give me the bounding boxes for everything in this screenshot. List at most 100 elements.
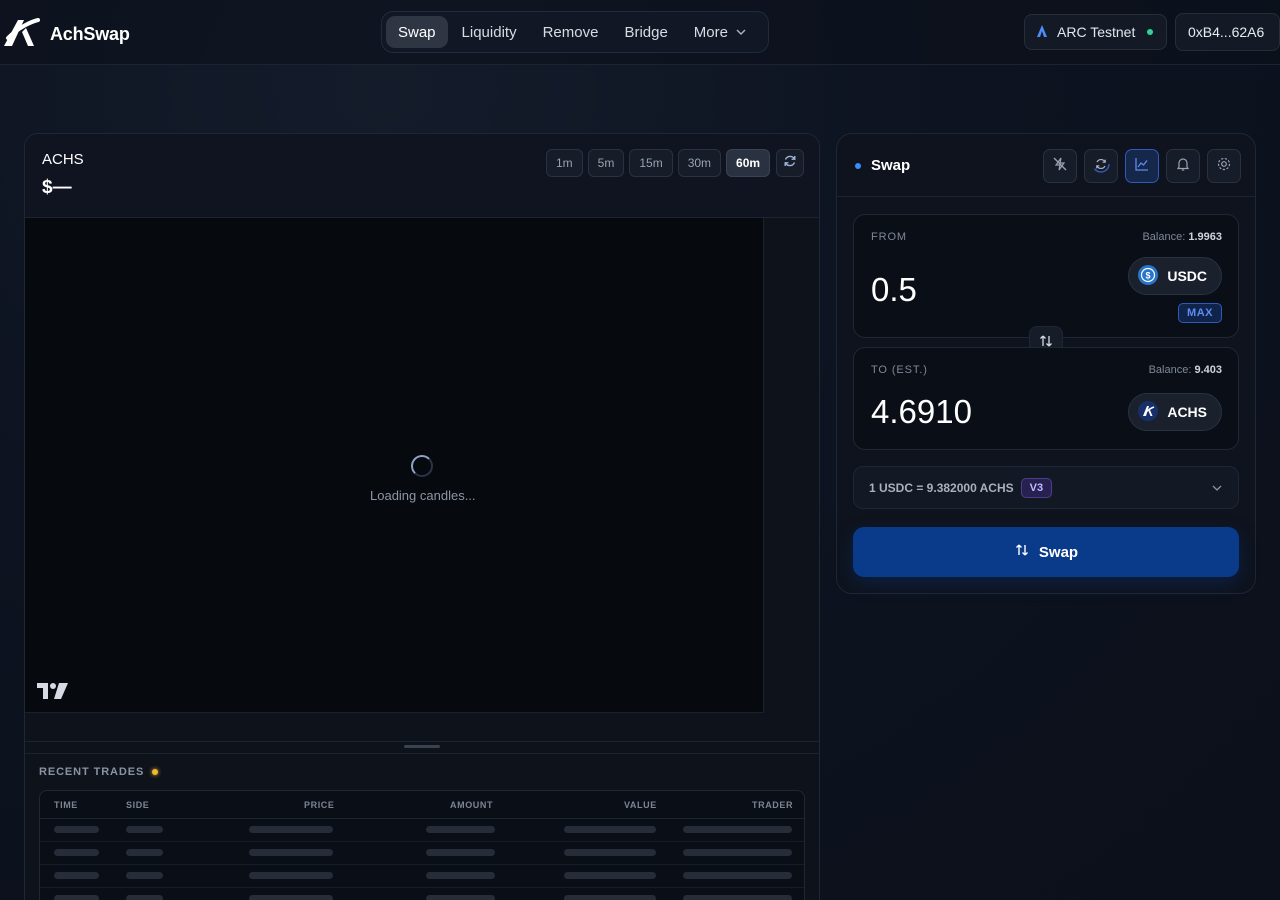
recent-trades-label: RECENT TRADES [39, 766, 145, 778]
to-label: TO (EST.) [871, 364, 928, 376]
timeframe-selector: 1m 5m 15m 30m 60m [546, 149, 805, 177]
brand[interactable]: AchSwap [2, 16, 130, 53]
swap-header: Swap [837, 134, 1255, 197]
col-side: SIDE [126, 800, 150, 810]
swap-title: Swap [855, 157, 910, 174]
nav-swap[interactable]: Swap [386, 16, 448, 48]
skeleton-cell [564, 895, 656, 900]
status-dot [855, 162, 861, 169]
skeleton-cell [426, 826, 495, 833]
svg-text:$: $ [1146, 270, 1151, 280]
swap-toolbar [1043, 149, 1241, 183]
recent-trades-title: RECENT TRADES [39, 766, 159, 778]
refresh-icon [1092, 154, 1110, 178]
chevron-down-icon [736, 27, 746, 38]
nav-liquidity-label: Liquidity [461, 23, 517, 41]
skeleton-cell [426, 895, 495, 900]
wallet-button[interactable]: 0xB4...62A6 [1175, 13, 1280, 51]
refresh-quote-button[interactable] [1084, 149, 1118, 183]
candle-chart[interactable]: Loading candles... [25, 218, 764, 713]
main-nav: Swap Liquidity Remove Bridge More [381, 11, 769, 53]
timeframe-1m[interactable]: 1m [546, 149, 583, 177]
from-balance: Balance: 1.9963 [1142, 231, 1222, 243]
from-token-symbol: USDC [1167, 268, 1207, 284]
achs-token-icon [1137, 400, 1159, 425]
skeleton-cell [683, 826, 792, 833]
skeleton-cell [126, 872, 163, 879]
from-balance-value: 1.9963 [1188, 231, 1222, 243]
nav-liquidity[interactable]: Liquidity [450, 16, 529, 48]
timeframe-5m[interactable]: 5m [587, 149, 625, 177]
to-balance-value: 9.403 [1194, 364, 1222, 376]
token-price: $— [42, 177, 72, 198]
exchange-rate: 1 USDC = 9.382000 ACHS [869, 480, 1014, 495]
skeleton-cell [249, 872, 333, 879]
skeleton-cell [564, 826, 656, 833]
col-time: TIME [54, 800, 78, 810]
col-price: PRICE [304, 800, 335, 810]
skeleton-cell [126, 826, 163, 833]
table-header-row: TIME SIDE PRICE AMOUNT VALUE TRADER [40, 791, 804, 819]
swap-panel: Swap FROM Balance: 1.9963 0.5 $ USDC MAX… [836, 133, 1256, 594]
col-amount: AMOUNT [450, 800, 494, 810]
table-row-skeleton [40, 888, 804, 900]
skeleton-cell [126, 895, 163, 900]
network-selector[interactable]: ARC Testnet [1024, 14, 1167, 50]
trades-divider [25, 753, 819, 754]
network-name: ARC Testnet [1057, 24, 1136, 40]
to-amount-output: 4.6910 [871, 393, 972, 430]
skeleton-cell [54, 872, 99, 879]
from-amount-input[interactable]: 0.5 [871, 271, 917, 309]
tradingview-logo-icon[interactable] [37, 683, 69, 704]
chart-divider [25, 741, 819, 742]
skeleton-cell [564, 872, 656, 879]
alerts-button[interactable] [1166, 149, 1200, 183]
to-token-selector[interactable]: ACHS [1128, 393, 1222, 431]
skeleton-cell [426, 849, 495, 856]
from-token-selector[interactable]: $ USDC [1128, 257, 1222, 295]
nav-bridge-label: Bridge [624, 23, 668, 41]
arc-network-icon [1035, 24, 1049, 41]
live-indicator-dot [152, 769, 159, 775]
refresh-chart-button[interactable] [776, 149, 805, 177]
col-trader: TRADER [752, 800, 794, 810]
top-header: AchSwap Swap Liquidity Remove Bridge Mor… [0, 0, 1280, 65]
skeleton-cell [126, 849, 163, 856]
resize-handle[interactable] [404, 745, 440, 748]
nav-swap-label: Swap [398, 23, 436, 41]
gear-icon [1216, 156, 1232, 177]
skeleton-cell [249, 895, 333, 900]
table-row-skeleton [40, 842, 804, 865]
swap-submit-button[interactable]: Swap [853, 527, 1239, 577]
lightning-off-icon [1052, 156, 1068, 177]
skeleton-cell [683, 849, 792, 856]
nav-remove[interactable]: Remove [531, 16, 611, 48]
network-status-dot [1147, 29, 1154, 35]
rate-details-toggle[interactable]: 1 USDC = 9.382000 ACHS V3 [853, 466, 1239, 509]
to-input-box: TO (EST.) Balance: 9.403 4.6910 ACHS [853, 347, 1239, 450]
max-button[interactable]: MAX [1178, 303, 1222, 323]
chart-panel: ACHS $— 1m 5m 15m 30m 60m Loading candle… [24, 133, 820, 900]
skeleton-cell [54, 895, 99, 900]
wallet-address: 0xB4...62A6 [1188, 24, 1265, 40]
nav-more[interactable]: More [682, 16, 758, 48]
timeframe-60m[interactable]: 60m [726, 149, 771, 177]
disable-route-button[interactable] [1043, 149, 1077, 183]
table-row-skeleton [40, 865, 804, 888]
usdc-icon: $ [1137, 264, 1159, 289]
skeleton-cell [564, 849, 656, 856]
timeframe-30m[interactable]: 30m [677, 149, 722, 177]
swap-arrows-icon [1014, 542, 1030, 562]
swap-button-label: Swap [1038, 543, 1079, 561]
chart-line-icon [1134, 156, 1150, 177]
app-name: AchSwap [50, 24, 130, 44]
nav-bridge[interactable]: Bridge [612, 16, 679, 48]
nav-remove-label: Remove [542, 23, 599, 41]
recent-trades-table: TIME SIDE PRICE AMOUNT VALUE TRADER [39, 790, 805, 900]
toggle-chart-button[interactable] [1125, 149, 1159, 183]
skeleton-cell [426, 872, 495, 879]
timeframe-15m[interactable]: 15m [629, 149, 673, 177]
settings-button[interactable] [1207, 149, 1241, 183]
to-balance-label: Balance: [1148, 364, 1192, 376]
token-symbol: ACHS [42, 151, 84, 168]
